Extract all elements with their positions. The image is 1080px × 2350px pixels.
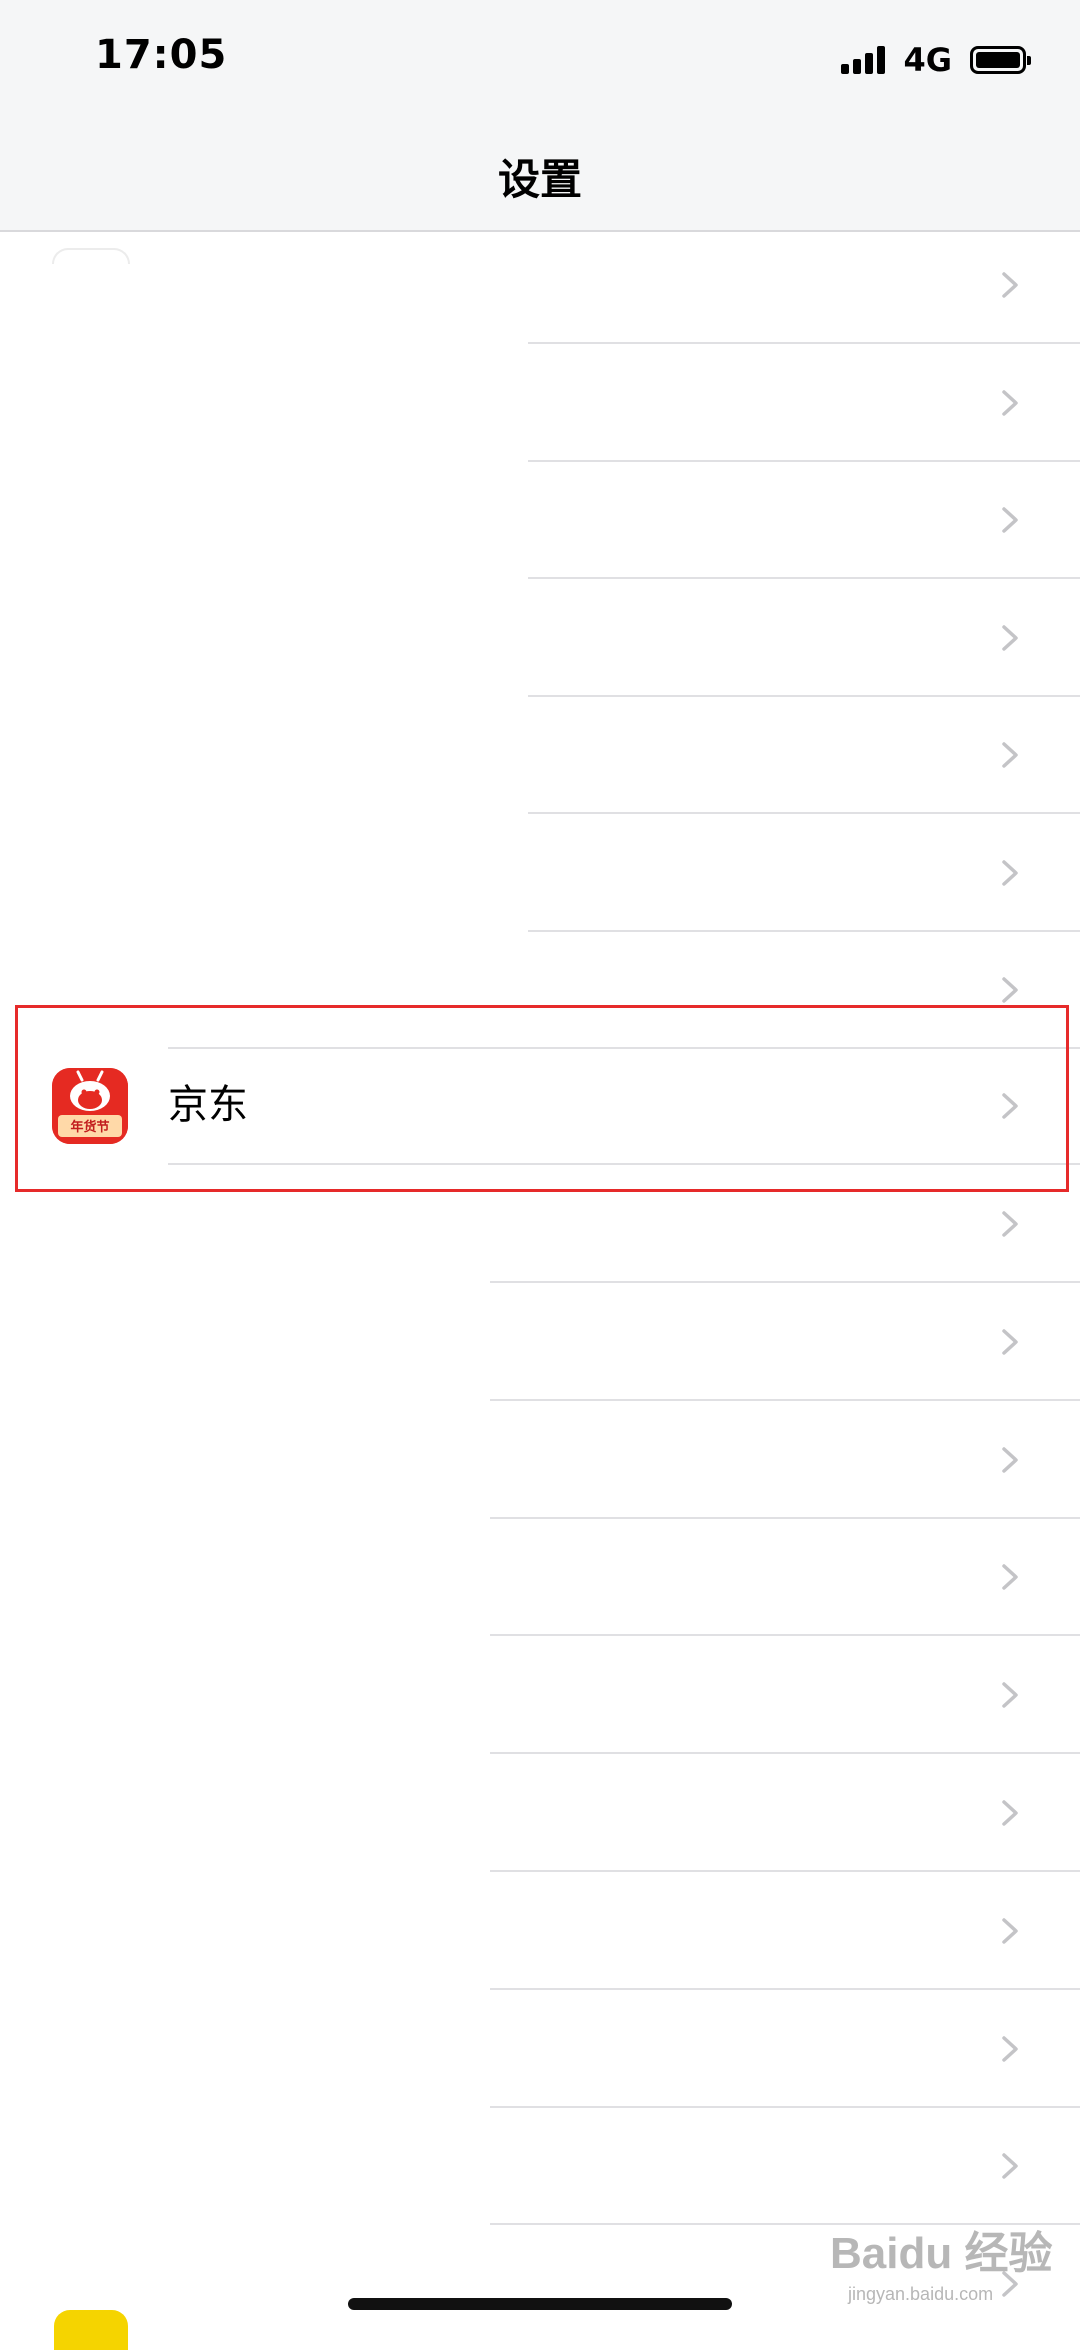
settings-row[interactable] bbox=[0, 2107, 1080, 2226]
chevron-right-icon bbox=[992, 1207, 1026, 1241]
chevron-right-icon bbox=[992, 1678, 1026, 1712]
settings-row[interactable] bbox=[0, 814, 1080, 932]
chevron-right-icon bbox=[992, 1325, 1026, 1359]
chevron-right-icon bbox=[992, 856, 1026, 890]
settings-row[interactable] bbox=[0, 579, 1080, 697]
signal-icon bbox=[841, 46, 889, 74]
chevron-right-icon bbox=[992, 621, 1026, 655]
chevron-right-icon bbox=[992, 738, 1026, 772]
settings-row[interactable] bbox=[0, 1872, 1080, 1990]
chevron-right-icon bbox=[992, 1443, 1026, 1477]
settings-row[interactable] bbox=[0, 1283, 1080, 1401]
settings-row[interactable] bbox=[0, 226, 1080, 344]
chevron-right-icon bbox=[992, 2032, 1026, 2066]
app-icon-partial bbox=[52, 248, 130, 264]
chevron-right-icon bbox=[992, 1560, 1026, 1594]
settings-row[interactable] bbox=[0, 1990, 1080, 2108]
chevron-right-icon bbox=[992, 1796, 1026, 1830]
chevron-right-icon bbox=[992, 1914, 1026, 1948]
settings-row[interactable] bbox=[0, 1636, 1080, 1755]
status-indicators: 4G bbox=[841, 40, 1031, 80]
navigation-header: 17:05 4G 设置 bbox=[0, 0, 1080, 232]
watermark-url: jingyan.baidu.com bbox=[848, 2284, 994, 2304]
battery-icon bbox=[970, 46, 1031, 74]
settings-row[interactable] bbox=[0, 696, 1080, 814]
chevron-right-icon bbox=[992, 2149, 1026, 2183]
page-title: 设置 bbox=[497, 155, 582, 204]
settings-row[interactable] bbox=[0, 1401, 1080, 1519]
settings-row[interactable] bbox=[0, 1754, 1080, 1872]
app-icon-partial-yellow bbox=[54, 2310, 128, 2350]
settings-row[interactable] bbox=[0, 344, 1080, 462]
highlight-annotation-box bbox=[15, 1005, 1069, 1192]
settings-row[interactable] bbox=[0, 461, 1080, 579]
network-type: 4G bbox=[903, 41, 952, 79]
settings-row[interactable] bbox=[0, 1518, 1080, 1637]
status-time: 17:05 bbox=[95, 32, 228, 78]
baidu-jingyan-watermark: Baidu 经验 bbox=[830, 2229, 1053, 2278]
home-indicator[interactable] bbox=[348, 2298, 732, 2310]
chevron-right-icon bbox=[992, 268, 1026, 302]
chevron-right-icon bbox=[992, 973, 1026, 1007]
chevron-right-icon bbox=[992, 503, 1026, 537]
chevron-right-icon bbox=[992, 386, 1026, 420]
